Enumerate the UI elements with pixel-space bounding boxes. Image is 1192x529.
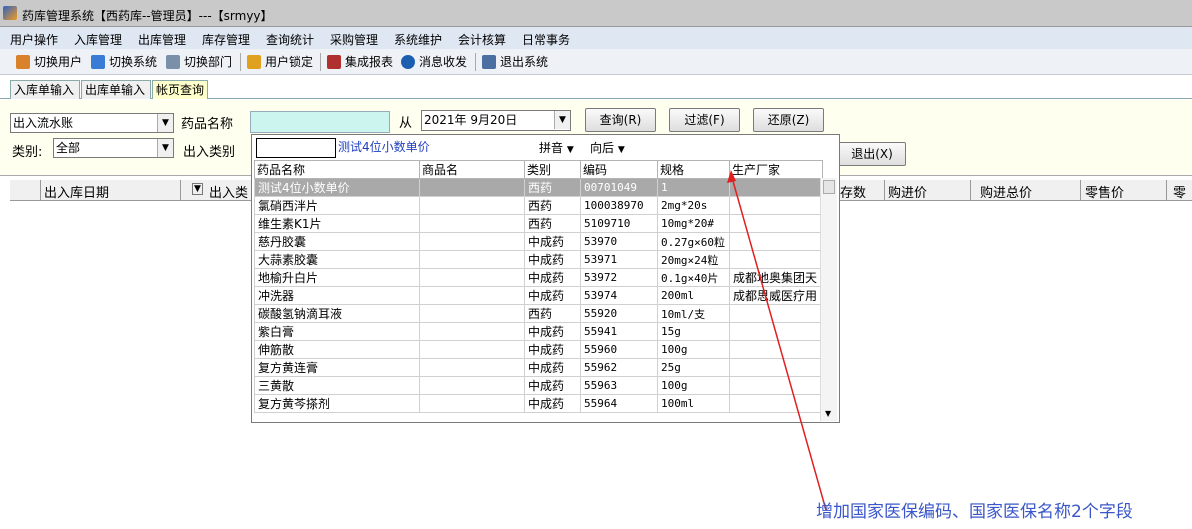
arrow-line <box>730 173 827 511</box>
annotation-text: 增加国家医保编码、国家医保名称2个字段 <box>816 502 1133 522</box>
annotation-arrow <box>727 170 827 511</box>
arrow-head <box>727 170 736 183</box>
